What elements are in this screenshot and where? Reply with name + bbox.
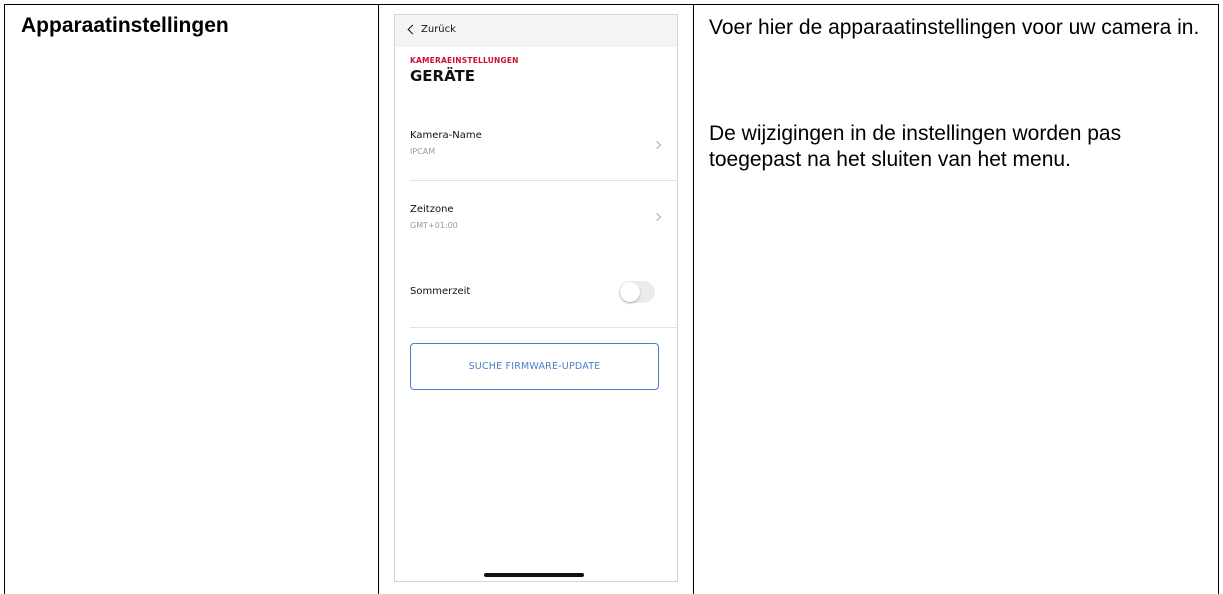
dst-row: Sommerzeit <box>410 281 663 305</box>
phone-screenshot: Zurück KAMERAEINSTELLUNGEN GERÄTE Kamera… <box>394 14 678 582</box>
chevron-left-icon <box>407 24 418 35</box>
timezone-label: Zeitzone <box>410 204 454 215</box>
dst-toggle[interactable] <box>619 281 655 303</box>
section-eyebrow: KAMERAEINSTELLUNGEN <box>410 56 519 65</box>
back-label: Zurück <box>421 24 456 35</box>
timezone-row[interactable]: Zeitzone GMT+01:00 <box>410 204 663 246</box>
section-title: Apparaatinstellingen <box>21 14 229 37</box>
row-divider <box>410 327 677 328</box>
phone-nav-bar: Zurück <box>395 15 677 47</box>
row-divider <box>410 180 677 181</box>
column-divider-2 <box>693 4 694 594</box>
table-left-border <box>4 4 5 594</box>
back-button[interactable]: Zurück <box>407 24 456 35</box>
camera-name-label: Kamera-Name <box>410 130 482 141</box>
chevron-right-icon <box>652 140 662 150</box>
home-indicator <box>484 573 584 577</box>
instruction-paragraph-2: De wijzigingen in de instellingen worden… <box>709 122 1122 171</box>
table-top-border <box>4 4 1219 5</box>
firmware-update-button[interactable]: SUCHE FIRMWARE-UPDATE <box>410 343 659 390</box>
dst-label: Sommerzeit <box>410 286 471 297</box>
toggle-knob <box>620 282 640 302</box>
camera-name-value: IPCAM <box>410 147 436 156</box>
document-table: Apparaatinstellingen Voer hier de appara… <box>0 0 1223 594</box>
chevron-right-icon <box>652 212 662 222</box>
timezone-value: GMT+01:00 <box>410 221 458 230</box>
camera-name-row[interactable]: Kamera-Name IPCAM <box>410 130 663 172</box>
page-title: GERÄTE <box>410 67 476 85</box>
table-right-border <box>1218 4 1219 594</box>
column-divider-1 <box>378 4 379 594</box>
instruction-paragraph-1: Voer hier de apparaatinstellingen voor u… <box>709 16 1200 39</box>
